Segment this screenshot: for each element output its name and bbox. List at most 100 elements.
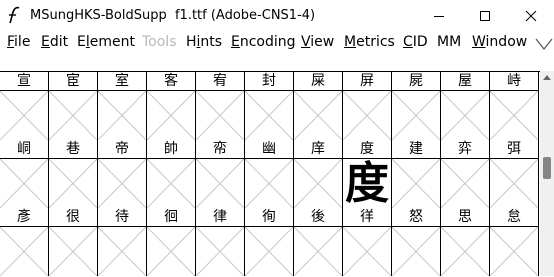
glyph-label: 弈: [441, 140, 489, 159]
glyph-cell[interactable]: 峙: [490, 72, 539, 140]
glyph-cell[interactable]: 宥: [196, 72, 245, 140]
empty-glyph-icon: [245, 159, 293, 208]
glyph-label: 帝: [98, 140, 146, 159]
glyph-cell[interactable]: 律: [196, 208, 245, 276]
menu-encoding[interactable]: Encoding: [231, 34, 296, 50]
glyph-label: 度: [343, 140, 391, 159]
glyph-cell[interactable]: 屏: [343, 72, 392, 140]
glyph-label: 徉: [343, 208, 391, 227]
empty-glyph-icon: [294, 227, 342, 276]
empty-glyph-icon: [392, 91, 440, 140]
glyph-cell[interactable]: 度度: [343, 140, 392, 208]
glyph-label: 峒: [0, 140, 48, 159]
empty-glyph-icon: [196, 91, 244, 140]
vertical-scrollbar[interactable]: [540, 71, 554, 276]
empty-glyph-icon: [294, 159, 342, 208]
glyph-cell[interactable]: 怒: [392, 208, 441, 276]
glyph-label: 峙: [490, 72, 538, 91]
minimize-button[interactable]: [416, 0, 462, 31]
empty-glyph-icon: [98, 91, 146, 140]
menu-cid[interactable]: CID: [403, 34, 428, 50]
glyph-label: 帥: [147, 140, 195, 159]
glyph-cell[interactable]: 徇: [245, 208, 294, 276]
empty-glyph-icon: [343, 91, 391, 140]
glyph-label: 客: [147, 72, 195, 91]
glyph-cell[interactable]: 帟: [196, 140, 245, 208]
glyph-cell[interactable]: 幽: [245, 140, 294, 208]
glyph-label: 思: [441, 208, 489, 227]
glyph-label: 封: [245, 72, 293, 91]
glyph-label: 屎: [294, 72, 342, 91]
empty-glyph-icon: [392, 159, 440, 208]
glyph-cell[interactable]: 徊: [147, 208, 196, 276]
glyph-label: 屏: [343, 72, 391, 91]
glyph-grid: 宣宦室客宥封屎屏屍屋峙峒巷帝帥帟幽庠度度建弈弭彥很待徊律徇後徉怒思怠: [0, 71, 540, 277]
glyph-cell[interactable]: 峒: [0, 140, 49, 208]
glyph-cell[interactable]: 帝: [98, 140, 147, 208]
glyph-label: 建: [392, 140, 440, 159]
glyph-row: 彥很待徊律徇後徉怒思怠: [0, 208, 540, 276]
empty-glyph-icon: [49, 91, 97, 140]
empty-glyph-icon: [441, 227, 489, 276]
glyph-cell[interactable]: 巷: [49, 140, 98, 208]
glyph-label: 幽: [245, 140, 293, 159]
glyph-cell[interactable]: 弭: [490, 140, 539, 208]
maximize-button[interactable]: [462, 0, 508, 31]
glyph-cell[interactable]: 宦: [49, 72, 98, 140]
scroll-up-icon[interactable]: [543, 74, 551, 80]
menu-hints[interactable]: Hints: [186, 34, 222, 50]
glyph-cell[interactable]: 弈: [441, 140, 490, 208]
glyph-cell[interactable]: 很: [49, 208, 98, 276]
glyph-label: 怒: [392, 208, 440, 227]
glyph-cell[interactable]: 室: [98, 72, 147, 140]
menu-window[interactable]: Window: [472, 34, 527, 50]
scroll-thumb[interactable]: [543, 157, 551, 179]
menu-metrics[interactable]: Metrics: [344, 34, 395, 50]
empty-glyph-icon: [245, 91, 293, 140]
menu-file[interactable]: File: [7, 34, 30, 50]
glyph-cell[interactable]: 彥: [0, 208, 49, 276]
empty-glyph-icon: [49, 227, 97, 276]
menu-mm[interactable]: MM: [437, 34, 461, 50]
empty-glyph-icon: [196, 159, 244, 208]
glyph-label: 巷: [49, 140, 97, 159]
empty-glyph-icon: [441, 159, 489, 208]
chevron-down-icon[interactable]: [535, 37, 553, 51]
glyph-cell[interactable]: 屍: [392, 72, 441, 140]
menu-view[interactable]: View: [301, 34, 334, 50]
glyph-label: 屋: [441, 72, 489, 91]
glyph-cell[interactable]: 思: [441, 208, 490, 276]
empty-glyph-icon: [147, 159, 195, 208]
glyph-label: 很: [49, 208, 97, 227]
glyph-cell[interactable]: 帥: [147, 140, 196, 208]
glyph-cell[interactable]: 庠: [294, 140, 343, 208]
menu-edit[interactable]: Edit: [41, 34, 68, 50]
empty-glyph-icon: [490, 227, 538, 276]
glyph-cell[interactable]: 宣: [0, 72, 49, 140]
glyph-cell[interactable]: 建: [392, 140, 441, 208]
glyph-label: 屍: [392, 72, 440, 91]
glyph-cell[interactable]: 屋: [441, 72, 490, 140]
menu-element[interactable]: Element: [77, 34, 135, 50]
fontforge-icon: [9, 6, 20, 24]
glyph-label: 宦: [49, 72, 97, 91]
glyph-cell[interactable]: 怠: [490, 208, 539, 276]
glyph-label: 怠: [490, 208, 538, 227]
empty-glyph-icon: [441, 91, 489, 140]
empty-glyph-icon: [392, 227, 440, 276]
rendered-glyph: 度: [345, 158, 389, 209]
glyph-label: 庠: [294, 140, 342, 159]
close-button[interactable]: [508, 0, 554, 31]
glyph-label: 宣: [0, 72, 48, 91]
glyph-cell[interactable]: 待: [98, 208, 147, 276]
glyph-cell[interactable]: 封: [245, 72, 294, 140]
glyph-label: 帟: [196, 140, 244, 159]
menu-tools[interactable]: Tools: [142, 34, 177, 50]
glyph-cell[interactable]: 後: [294, 208, 343, 276]
glyph-cell[interactable]: 屎: [294, 72, 343, 140]
glyph-label: 後: [294, 208, 342, 227]
glyph-label: 待: [98, 208, 146, 227]
glyph-cell[interactable]: 客: [147, 72, 196, 140]
glyph-cell[interactable]: 徉: [343, 208, 392, 276]
empty-glyph-icon: [49, 159, 97, 208]
